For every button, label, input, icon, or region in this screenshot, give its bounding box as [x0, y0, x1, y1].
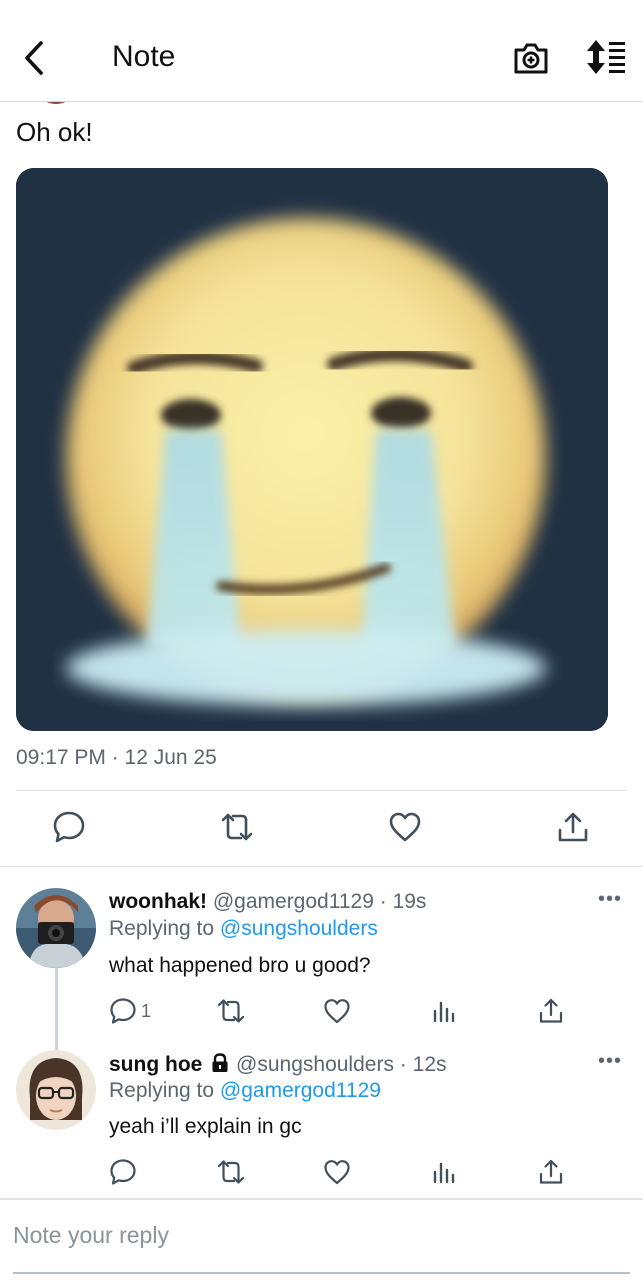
reply-text: what happened bro u good? — [109, 954, 371, 977]
sort-button[interactable] — [584, 39, 628, 75]
share-button[interactable] — [556, 810, 590, 844]
note-actions — [0, 792, 643, 866]
reply-button[interactable] — [52, 810, 86, 844]
user-avatar-image — [16, 888, 96, 968]
reply-header: sung hoe @sungshoulders · 12s — [109, 1053, 447, 1079]
like-button[interactable] — [388, 810, 422, 844]
retweet-button[interactable] — [216, 997, 245, 1025]
share-button[interactable] — [537, 1158, 565, 1186]
retweet-icon — [217, 999, 245, 1023]
user-avatar-image — [16, 1050, 96, 1130]
like-icon — [324, 999, 350, 1024]
username[interactable]: @sungshoulders — [236, 1053, 394, 1076]
thread-connector — [55, 968, 58, 1050]
display-name[interactable]: woonhak! — [109, 890, 207, 913]
analytics-icon — [433, 1001, 455, 1023]
reply-time: 19s — [392, 890, 427, 913]
sort-lines-icon — [587, 40, 625, 74]
crying-face-image — [16, 168, 608, 731]
reply-header: woonhak! @gamergod1129 · 19s — [109, 890, 426, 914]
divider — [16, 790, 627, 791]
chevron-left-icon — [25, 41, 43, 75]
reply-button[interactable] — [109, 997, 137, 1025]
more-options-button[interactable]: ••• — [598, 1050, 622, 1073]
avatar[interactable] — [16, 888, 96, 968]
share-icon — [558, 812, 588, 842]
divider — [0, 1198, 643, 1200]
share-icon — [539, 1159, 563, 1184]
camera-button[interactable] — [512, 39, 550, 77]
like-button[interactable] — [323, 997, 351, 1025]
lock-icon — [210, 1053, 230, 1079]
reply-icon — [110, 998, 136, 1024]
page-title: Note — [112, 40, 176, 73]
share-button[interactable] — [537, 997, 565, 1025]
avatar[interactable] — [16, 1050, 96, 1130]
input-underline — [13, 1272, 630, 1274]
separator-dot: · — [379, 890, 387, 913]
retweet-icon — [221, 813, 253, 841]
like-icon — [324, 1160, 350, 1185]
replying-label: Replying to — [109, 1079, 215, 1102]
retweet-button[interactable] — [216, 1158, 245, 1186]
reply-icon — [53, 811, 85, 843]
reply-button[interactable] — [109, 1158, 137, 1186]
username[interactable]: @gamergod1129 — [213, 890, 374, 913]
replying-to: Replying to @sungshoulders — [109, 917, 378, 941]
reply-time: 12s — [412, 1053, 447, 1076]
like-button[interactable] — [323, 1158, 351, 1186]
replying-to: Replying to @gamergod1129 — [109, 1079, 381, 1103]
retweet-button[interactable] — [219, 810, 253, 844]
camera-plus-icon — [514, 43, 548, 74]
replying-label: Replying to — [109, 917, 215, 940]
reply-text: yeah i’ll explain in gc — [109, 1115, 302, 1138]
note-media-image[interactable] — [16, 168, 608, 731]
like-icon — [389, 812, 421, 842]
retweet-icon — [217, 1160, 245, 1184]
analytics-button[interactable] — [430, 1158, 458, 1186]
note-timestamp: 09:17 PM · 12 Jun 25 — [16, 746, 217, 769]
reply-count: 1 — [141, 1001, 152, 1021]
mention-link[interactable]: @sungshoulders — [220, 917, 378, 940]
analytics-icon — [433, 1162, 455, 1184]
reply-icon — [110, 1159, 136, 1185]
more-options-button[interactable]: ••• — [598, 888, 622, 911]
divider — [0, 866, 643, 867]
analytics-button[interactable] — [430, 997, 458, 1025]
back-button[interactable] — [14, 36, 54, 80]
reply-input[interactable]: Note your reply — [13, 1222, 169, 1249]
separator-dot: · — [399, 1053, 407, 1076]
display-name[interactable]: sung hoe — [109, 1053, 202, 1076]
top-bar: Note — [0, 0, 643, 102]
share-icon — [539, 998, 563, 1023]
note-text: Oh ok! — [16, 117, 93, 147]
mention-link[interactable]: @gamergod1129 — [220, 1079, 381, 1102]
